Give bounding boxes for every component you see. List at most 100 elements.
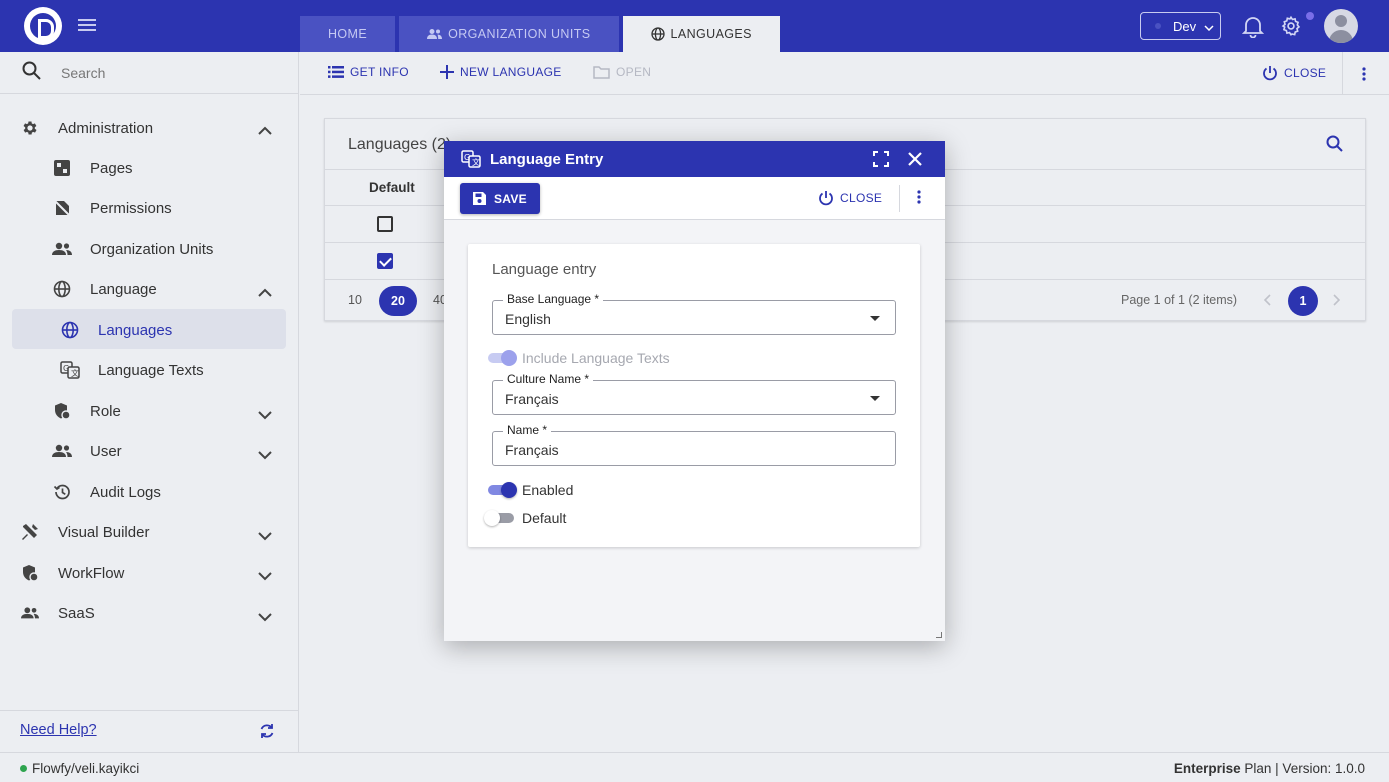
more-vertical-icon[interactable] — [917, 190, 921, 209]
svg-text:G: G — [63, 364, 69, 373]
sidebar-item-label: Visual Builder — [58, 523, 150, 541]
enabled-toggle[interactable]: Enabled — [488, 482, 573, 498]
refresh-icon[interactable] — [258, 722, 276, 745]
chevron-left-icon[interactable] — [1263, 293, 1271, 309]
sidebar-item-role[interactable]: Role — [52, 401, 121, 421]
menu-icon[interactable] — [78, 17, 96, 35]
tab-languages[interactable]: LANGUAGES — [622, 16, 780, 52]
plan-name: Enterprise — [1173, 761, 1241, 776]
divider — [899, 185, 900, 212]
dialog-toolbar: SAVE CLOSE — [444, 177, 945, 220]
environment-select[interactable]: Dev — [1140, 12, 1221, 40]
name-input[interactable]: Name * Français — [492, 423, 896, 466]
sidebar-item-workflow[interactable]: WorkFlow — [20, 563, 124, 583]
include-language-texts-toggle[interactable]: Include Language Texts — [488, 350, 670, 366]
chevron-down-icon[interactable] — [258, 447, 272, 465]
page-size-option-selected[interactable]: 20 — [379, 286, 417, 316]
maximize-icon[interactable] — [872, 150, 890, 173]
page-number-current[interactable]: 1 — [1288, 286, 1318, 316]
resize-handle[interactable] — [936, 632, 942, 638]
status-plan: Enterprise Plan | Version: 1.0.0 — [1174, 761, 1365, 776]
chevron-down-icon[interactable] — [258, 568, 272, 586]
close-button[interactable]: CLOSE — [1262, 65, 1326, 81]
dialog-close-button[interactable]: CLOSE — [818, 190, 882, 206]
users-icon — [20, 603, 40, 623]
button-label: SAVE — [494, 191, 527, 206]
grid-title: Languages (2) — [348, 136, 452, 153]
tab-label: ORGANIZATION UNITS — [448, 27, 591, 41]
sidebar-item-user[interactable]: User — [52, 441, 122, 461]
sidebar-item-language-texts[interactable]: G文 Language Texts — [60, 360, 204, 380]
chevron-down-icon[interactable] — [258, 609, 272, 627]
svg-text:G: G — [464, 153, 470, 162]
chevron-down-icon[interactable] — [258, 528, 272, 546]
sidebar-item-pages[interactable]: Pages — [52, 158, 133, 178]
get-info-button[interactable]: GET INFO — [328, 65, 409, 79]
toggle-label: Enabled — [522, 482, 574, 498]
chevron-down-icon[interactable] — [258, 407, 272, 425]
search-input[interactable] — [61, 64, 261, 81]
save-button[interactable]: SAVE — [460, 183, 540, 214]
sidebar-item-label: Organization Units — [90, 240, 214, 258]
users-icon — [52, 239, 72, 259]
language-entry-dialog: G文 Language Entry SAVE CLOSE Language en… — [444, 141, 945, 641]
page-size-option[interactable]: 10 — [348, 293, 362, 307]
tab-home[interactable]: HOME — [300, 16, 396, 52]
sidebar-item-saas[interactable]: SaaS — [20, 603, 95, 623]
sidebar-item-label: Administration — [58, 119, 154, 137]
open-button[interactable]: OPEN — [593, 65, 651, 79]
default-toggle[interactable]: Default — [484, 510, 566, 526]
globe-icon — [52, 279, 72, 299]
sidebar-item-label: Languages — [98, 321, 173, 339]
sidebar-item-organization-units[interactable]: Organization Units — [52, 239, 213, 259]
sidebar-item-label: SaaS — [58, 604, 95, 622]
translate-icon: G文 — [461, 150, 481, 173]
tab-organization-units[interactable]: ORGANIZATION UNITS — [399, 16, 619, 52]
settings-gear-icon[interactable] — [1280, 12, 1314, 43]
app-logo[interactable] — [24, 7, 62, 45]
dialog-header[interactable]: G文 Language Entry — [444, 141, 945, 177]
sidebar-item-languages[interactable]: Languages — [60, 320, 172, 340]
users-icon — [427, 28, 443, 40]
svg-text:文: 文 — [472, 157, 480, 167]
users-icon — [52, 441, 72, 461]
environment-dot — [1155, 23, 1161, 29]
globe-icon — [60, 320, 80, 340]
toggle-switch — [484, 510, 516, 526]
sidebar-item-permissions[interactable]: Permissions — [52, 198, 172, 218]
online-status-dot — [20, 765, 27, 772]
new-language-button[interactable]: NEW LANGUAGE — [440, 65, 562, 79]
history-icon — [52, 482, 72, 502]
language-entry-form: Language entry Base Language * English I… — [468, 244, 920, 547]
notification-badge — [1306, 12, 1314, 20]
default-checkbox[interactable] — [377, 216, 393, 232]
form-title: Language entry — [492, 261, 597, 278]
sidebar-search — [0, 52, 298, 94]
sidebar-item-label: Language Texts — [98, 361, 204, 379]
sidebar-item-language[interactable]: Language — [52, 279, 157, 299]
permissions-icon — [52, 198, 72, 218]
field-label: Name * — [503, 423, 552, 437]
floppy-disk-icon — [472, 191, 487, 206]
chevron-up-icon[interactable] — [258, 122, 272, 140]
culture-name-select[interactable]: Culture Name * Français — [492, 372, 896, 415]
chevron-up-icon[interactable] — [258, 284, 272, 302]
default-checkbox[interactable] — [377, 253, 393, 269]
button-label: CLOSE — [840, 191, 883, 205]
base-language-select[interactable]: Base Language * English — [492, 292, 896, 335]
chevron-right-icon[interactable] — [1333, 293, 1341, 309]
column-header-default[interactable]: Default — [369, 180, 415, 195]
close-icon[interactable] — [906, 150, 924, 173]
more-vertical-icon[interactable] — [1362, 67, 1366, 86]
sidebar-item-label: Pages — [90, 159, 133, 177]
sidebar-item-administration[interactable]: Administration — [20, 118, 153, 138]
notification-bell-icon[interactable] — [1241, 14, 1265, 43]
search-icon[interactable] — [1326, 135, 1343, 157]
sidebar-item-audit-logs[interactable]: Audit Logs — [52, 482, 161, 502]
dialog-title: Language Entry — [490, 151, 604, 168]
tools-icon — [20, 522, 40, 542]
need-help-link[interactable]: Need Help? — [20, 722, 97, 738]
toggle-switch — [488, 482, 517, 498]
user-avatar[interactable] — [1324, 9, 1358, 43]
sidebar-item-visual-builder[interactable]: Visual Builder — [20, 522, 149, 542]
